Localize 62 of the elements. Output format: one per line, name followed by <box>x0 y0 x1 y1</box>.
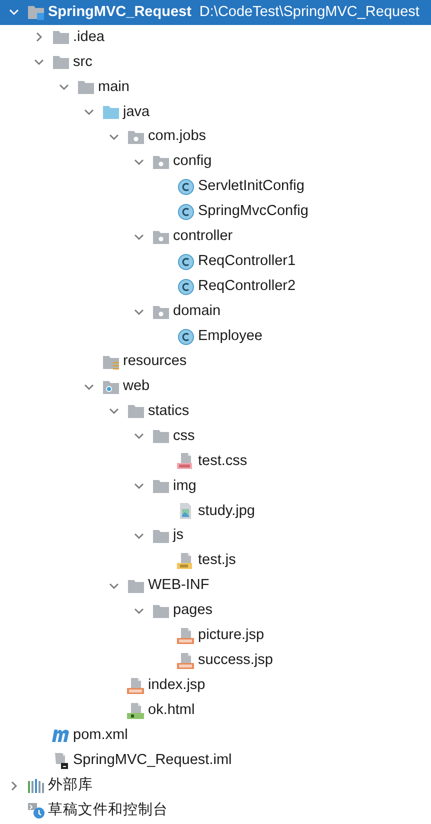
scratches-icon <box>27 801 45 820</box>
tree-item-label[interactable]: ReqController2 <box>198 278 296 296</box>
folder-icon <box>152 427 170 446</box>
tree-item-label[interactable]: Employee <box>198 328 262 346</box>
tree-item-label[interactable]: 草稿文件和控制台 <box>48 802 168 820</box>
tree-item-label[interactable]: test.js <box>198 552 236 570</box>
tree-item-label[interactable]: SpringMVC_Request <box>48 4 192 22</box>
package-folder-icon <box>127 128 145 146</box>
project-path: D:\CodeTest\SpringMVC_Request <box>199 4 420 22</box>
tree-item-label[interactable]: main <box>98 78 130 96</box>
libraries-icon <box>27 776 45 795</box>
css-file-icon <box>177 452 195 470</box>
source-folder-icon <box>102 103 120 122</box>
jsp-file-icon <box>127 676 145 695</box>
tree-item-label[interactable]: study.jpg <box>198 502 255 520</box>
folder-icon <box>127 402 145 420</box>
tree-item-label[interactable]: java <box>123 104 150 121</box>
tree-item-label[interactable]: src <box>73 54 92 72</box>
folder-icon <box>52 53 70 72</box>
tree-item-label[interactable]: ServletInitConfig <box>198 178 304 196</box>
folder-icon <box>152 527 170 546</box>
module-file-icon <box>52 752 70 770</box>
tree-item-label[interactable]: .idea <box>73 28 104 46</box>
maven-file-icon <box>52 729 69 742</box>
tree-item-label[interactable]: success.jsp <box>198 652 273 670</box>
tree-item-label[interactable]: img <box>173 478 196 495</box>
tree-item-label[interactable]: pages <box>173 602 213 620</box>
class-icon <box>177 328 195 346</box>
tree-item-label[interactable]: css <box>173 428 195 446</box>
tree-item-label[interactable]: domain <box>173 303 221 320</box>
jsp-file-icon <box>177 652 195 670</box>
module-folder-icon <box>27 3 45 22</box>
tree-item-label[interactable]: ReqController1 <box>198 253 296 271</box>
tree-item-label[interactable]: SpringMvcConfig <box>198 203 308 221</box>
tree-item-label[interactable]: statics <box>148 402 190 420</box>
tree-item-label[interactable]: 外部库 <box>48 776 93 794</box>
tree-item-label[interactable]: picture.jsp <box>198 627 264 645</box>
tree-item-label[interactable]: pom.xml <box>73 726 128 744</box>
tree-item-label[interactable]: index.jsp <box>148 677 206 694</box>
folder-icon <box>52 28 70 46</box>
js-file-icon <box>177 552 195 570</box>
tree-item-label[interactable]: SpringMVC_Request.iml <box>73 752 232 770</box>
tree-item-label[interactable]: controller <box>173 228 233 246</box>
html-file-icon <box>127 702 145 720</box>
tree-item-label[interactable]: test.css <box>198 452 248 470</box>
tree-item-label[interactable]: ok.html <box>148 702 195 720</box>
class-icon <box>177 202 195 221</box>
tree-item-label[interactable]: js <box>173 527 184 545</box>
folder-icon <box>152 477 170 496</box>
jsp-file-icon <box>177 626 195 645</box>
tree-item-label[interactable]: web <box>123 378 150 396</box>
tree-item-label[interactable]: WEB-INF <box>148 577 210 595</box>
folder-icon <box>77 78 95 96</box>
folder-icon <box>127 577 145 596</box>
class-icon <box>177 252 195 271</box>
selected-tree-row[interactable]: SpringMVC_Request D:\CodeTest\SpringMVC_Request <box>0 0 431 25</box>
class-icon <box>177 178 195 196</box>
tree-item-label[interactable]: com.jobs <box>148 128 206 146</box>
package-folder-icon <box>152 153 170 172</box>
tree-item-label[interactable]: config <box>173 153 212 171</box>
class-icon <box>177 278 195 296</box>
tree-item-label[interactable]: resources <box>123 352 187 370</box>
